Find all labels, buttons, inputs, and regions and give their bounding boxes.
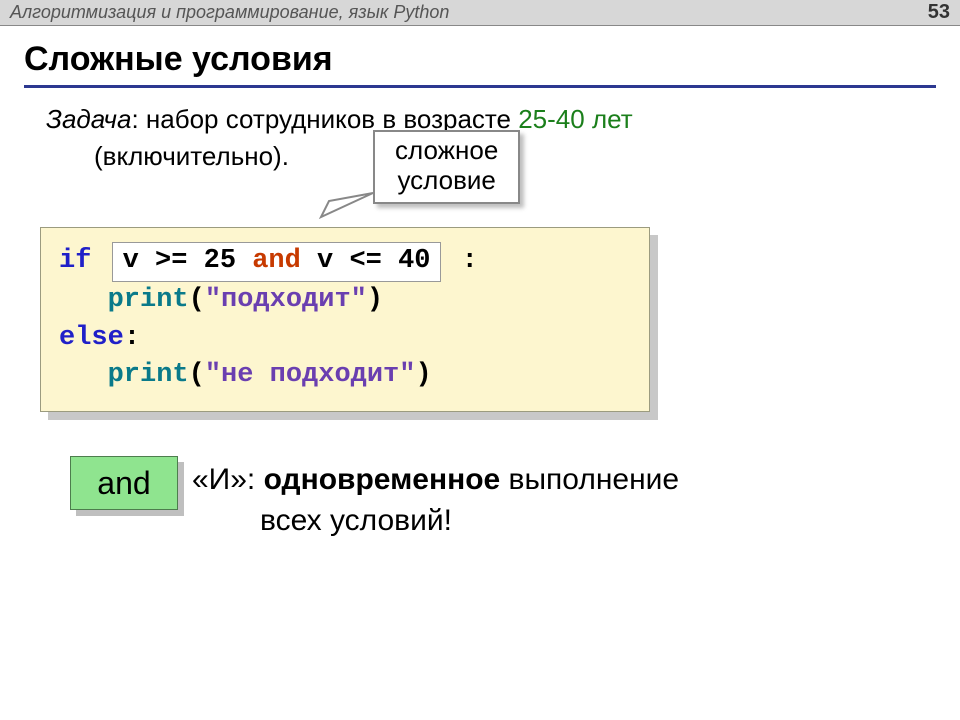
and-desc-prefix: «И»:: [192, 463, 264, 496]
cond-num: 25: [204, 246, 236, 276]
task-label: Задача: [46, 104, 131, 134]
string-ok: "подходит": [205, 285, 367, 315]
and-desc-bold: одновременное: [264, 463, 501, 496]
code-line-if: if v >= 25 and v <= 40 :: [59, 242, 631, 282]
callout-complex-condition: сложное условие: [373, 130, 520, 204]
kw-else: else: [59, 323, 124, 353]
cond-part: v >=: [123, 246, 204, 276]
fn-print: print: [108, 360, 189, 390]
code-line-else: else:: [59, 320, 631, 358]
code-box: if v >= 25 and v <= 40 : print("подходит…: [40, 227, 650, 412]
and-desc-rest1: выполнение: [500, 463, 679, 496]
age-range: 25-40 лет: [518, 104, 632, 134]
slide-body: Сложные условия Задача: набор сотруднико…: [0, 26, 960, 541]
and-chip-wrap: and: [70, 456, 178, 510]
callout-line1: сложное: [395, 136, 498, 166]
string-no: "не подходит": [205, 360, 416, 390]
page-number: 53: [928, 1, 950, 24]
and-explanation: and «И»: одновременное выполнение всех у…: [70, 456, 936, 541]
condition-chip: v >= 25 and v <= 40: [112, 242, 442, 282]
kw-if: if: [59, 246, 91, 276]
callout-line2: условие: [395, 166, 498, 196]
code-line-print-ok: print("подходит"): [59, 282, 631, 320]
cond-num: 40: [398, 246, 430, 276]
fn-print: print: [108, 285, 189, 315]
cond-part: v <=: [317, 246, 398, 276]
code-block: if v >= 25 and v <= 40 : print("подходит…: [40, 227, 650, 412]
callout-tail-icon: [315, 191, 375, 221]
header-title: Алгоритмизация и программирование, язык …: [10, 2, 449, 23]
cond-and: and: [236, 246, 317, 276]
slide-title: Сложные условия: [24, 40, 936, 88]
and-description: «И»: одновременное выполнение всех услов…: [192, 456, 679, 541]
colon: :: [124, 323, 140, 353]
header-bar: Алгоритмизация и программирование, язык …: [0, 0, 960, 26]
and-desc-rest2: всех условий!: [192, 501, 679, 542]
code-line-print-no: print("не подходит"): [59, 357, 631, 395]
and-chip: and: [70, 456, 178, 510]
colon: :: [462, 246, 478, 276]
